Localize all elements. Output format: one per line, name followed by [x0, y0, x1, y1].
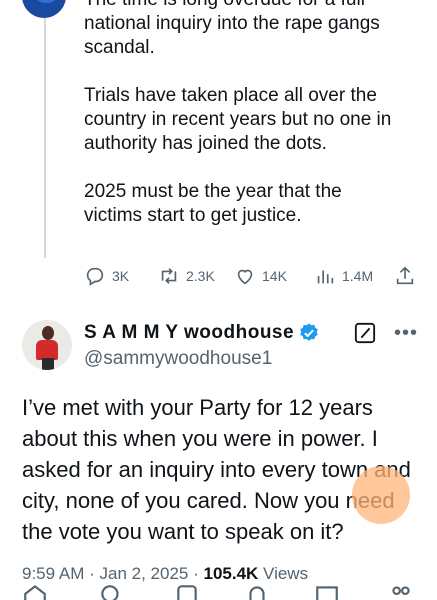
grok-nav-icon — [177, 585, 197, 600]
reply-avatar[interactable] — [22, 320, 72, 370]
parent-tweet-paragraph: Trials have taken place all over the cou… — [84, 85, 392, 154]
meta-separator: · — [89, 564, 100, 583]
reply-author: S A M M Y woodhouse @sammywoodhouse1 — [84, 320, 320, 370]
reply-time[interactable]: 9:59 AM — [22, 564, 84, 583]
mail-icon — [316, 586, 338, 600]
views-count: 1.4M — [342, 268, 374, 284]
reply-date[interactable]: Jan 2, 2025 — [100, 564, 189, 583]
grok-icon[interactable] — [354, 322, 376, 344]
retweet-icon — [161, 268, 177, 284]
verified-icon — [300, 323, 318, 341]
nav-search[interactable] — [98, 582, 124, 600]
share-button[interactable] — [394, 265, 416, 287]
views-button[interactable]: 1.4M — [314, 265, 373, 287]
nav-grok[interactable] — [174, 582, 200, 600]
search-icon — [101, 585, 119, 600]
parent-tweet-text: The time is long overdue for a full nati… — [84, 0, 429, 252]
thread-line — [44, 0, 46, 258]
home-icon — [24, 584, 46, 600]
reply-button[interactable]: 3K — [84, 265, 129, 287]
reply-views-count: 105.4K — [203, 564, 259, 583]
avatar-figure-body — [36, 340, 58, 360]
reply-icon — [86, 267, 104, 286]
author-handle[interactable]: @sammywoodhouse1 — [84, 348, 320, 370]
parent-tweet-partial-line: The time is long overdue for a full — [84, 0, 429, 12]
reply-views-label: Views — [263, 564, 309, 583]
avatar-figure-head — [42, 326, 54, 340]
author-name-row: S A M M Y woodhouse — [84, 320, 320, 346]
like-icon — [237, 269, 253, 285]
parent-avatar[interactable] — [22, 0, 66, 18]
bell-icon — [249, 586, 265, 600]
avatar-figure-legs — [42, 358, 54, 370]
retweet-count: 2.3K — [186, 268, 215, 284]
nav-notifications[interactable] — [244, 582, 270, 600]
meta-separator: · — [193, 564, 204, 583]
share-icon — [396, 266, 414, 285]
communities-icon — [392, 586, 410, 595]
parent-tweet-paragraph: 2025 must be the year that the victims s… — [84, 181, 342, 226]
nav-communities[interactable] — [388, 582, 414, 600]
like-button[interactable]: 14K — [234, 265, 287, 287]
more-icon[interactable]: ••• — [394, 323, 418, 343]
reply-meta: 9:59 AM · Jan 2, 2025 · 105.4K Views — [22, 564, 308, 584]
views-icon — [317, 270, 334, 284]
like-count: 14K — [262, 268, 287, 284]
nav-home[interactable] — [22, 582, 48, 600]
reply-count: 3K — [112, 268, 130, 284]
tweet-actions: 3K 2.3K 14K 1.4M — [84, 262, 424, 290]
retweet-button[interactable]: 2.3K — [158, 265, 215, 287]
author-display-name[interactable]: S A M M Y woodhouse — [84, 322, 294, 344]
floating-action-button[interactable] — [352, 466, 410, 524]
parent-tweet-paragraph: national inquiry into the rape gangs sca… — [84, 13, 380, 58]
bottom-nav — [0, 582, 437, 600]
nav-messages[interactable] — [314, 582, 340, 600]
